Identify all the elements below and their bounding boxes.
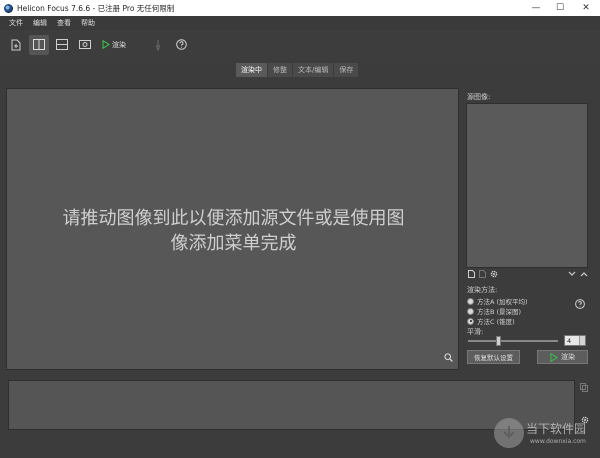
move-down-button[interactable] (568, 271, 576, 279)
list-sort-controls (564, 271, 588, 279)
title-bar: Helicon Focus 7.6.6 - 已注册 Pro 无任何限制 — ☐ … (0, 0, 600, 16)
source-image-list[interactable] (466, 103, 588, 268)
spinbox-arrows[interactable] (579, 336, 585, 345)
render-button[interactable]: 渲染 (537, 350, 588, 364)
mode-tabs: 渲染中 修整 文本/编辑 保存 (236, 63, 359, 77)
render-button-label: 渲染 (561, 353, 575, 361)
add-file-icon (468, 270, 475, 278)
smoothing-slider-track[interactable] (468, 340, 558, 342)
method-help-button[interactable] (575, 299, 585, 311)
zoom-button[interactable] (444, 353, 453, 364)
tab-retouch[interactable]: 修整 (268, 63, 292, 77)
move-up-button[interactable] (580, 271, 588, 279)
drop-hint-text: 请推动图像到此以便添加源文件或是使用图 像添加菜单完成 (15, 206, 452, 256)
method-a-label: 方法A (加权平均) (477, 298, 528, 306)
add-files-button[interactable] (6, 35, 26, 55)
split-view-vertical-button[interactable] (29, 34, 49, 55)
source-list-tools (468, 270, 588, 280)
preview-button[interactable] (75, 35, 95, 55)
toolbar-render-button[interactable]: 渲染 (98, 35, 130, 55)
help-icon (575, 299, 585, 309)
help-button[interactable] (171, 35, 191, 55)
method-a-option[interactable]: 方法A (加权平均) (467, 296, 528, 306)
method-c-radio[interactable] (467, 317, 474, 325)
remove-file-icon (479, 270, 486, 278)
brush-icon (155, 39, 161, 51)
minimize-button[interactable]: — (524, 0, 548, 16)
render-method-title: 渲染方法: (467, 286, 498, 294)
image-preview-icon (79, 40, 91, 49)
tab-save[interactable]: 保存 (334, 63, 359, 77)
smoothing-value: 4 (567, 336, 572, 345)
chevron-down-icon (568, 271, 576, 276)
add-file-icon (11, 39, 21, 50)
play-icon (102, 40, 110, 49)
tab-rendering[interactable]: 渲染中 (236, 63, 267, 77)
method-c-label: 方法C (锥度) (477, 318, 515, 326)
smoothing-label: 平滑: (467, 328, 484, 336)
chevron-up-icon (580, 272, 588, 277)
watermark-url: www.downxia.com (530, 438, 586, 445)
method-c-option[interactable]: 方法C (锥度) (467, 316, 515, 326)
toolbar: 渲染 (0, 31, 600, 58)
watermark-logo-icon (494, 418, 524, 448)
smoothing-slider-thumb[interactable] (496, 336, 501, 346)
window-controls: — ☐ ✕ (524, 0, 600, 16)
play-icon (550, 352, 558, 362)
toolbar-render-label: 渲染 (112, 40, 126, 49)
app-logo-icon (4, 3, 13, 13)
image-canvas[interactable]: 请推动图像到此以便添加源文件或是使用图 像添加菜单完成 (6, 88, 459, 370)
source-images-label: 源图像: (467, 93, 491, 101)
source-settings-button[interactable] (490, 270, 498, 280)
split-view-horizontal-button[interactable] (52, 35, 72, 55)
method-b-option[interactable]: 方法B (景深图) (467, 306, 521, 316)
watermark-name: 当下软件园 (526, 422, 587, 436)
close-button[interactable]: ✕ (572, 0, 600, 16)
log-panel[interactable] (8, 380, 575, 430)
menu-file[interactable]: 文件 (4, 18, 28, 28)
download-arrow-icon (503, 426, 515, 439)
menu-edit[interactable]: 编辑 (28, 18, 52, 28)
copy-log-button[interactable] (580, 383, 588, 394)
add-source-button[interactable] (468, 270, 475, 280)
menu-help[interactable]: 帮助 (76, 18, 100, 28)
menu-view[interactable]: 查看 (52, 18, 76, 28)
gear-icon (490, 270, 498, 278)
magnifier-icon (444, 353, 453, 362)
copy-icon (580, 383, 588, 392)
watermark: 当下软件园 www.downxia.com (494, 416, 594, 450)
method-b-radio[interactable] (467, 307, 474, 315)
remove-source-button[interactable] (479, 270, 486, 280)
method-b-label: 方法B (景深图) (477, 308, 522, 316)
split-vertical-icon (33, 39, 45, 50)
retouch-button[interactable] (148, 35, 168, 55)
drop-hint-line2: 像添加菜单完成 (170, 233, 297, 254)
split-horizontal-icon (56, 39, 68, 50)
method-a-radio[interactable] (467, 297, 474, 305)
tab-text-edit[interactable]: 文本/编辑 (293, 63, 334, 77)
reset-defaults-button[interactable]: 恢复默认设置 (467, 350, 520, 364)
smoothing-spinbox[interactable]: 4 (564, 335, 586, 346)
maximize-button[interactable]: ☐ (548, 0, 572, 16)
drop-hint-line1: 请推动图像到此以便添加源文件或是使用图 (62, 208, 405, 229)
menu-bar: 文件 编辑 查看 帮助 (0, 16, 600, 30)
window-title: Helicon Focus 7.6.6 - 已注册 Pro 无任何限制 (17, 3, 175, 13)
help-icon (175, 39, 187, 50)
